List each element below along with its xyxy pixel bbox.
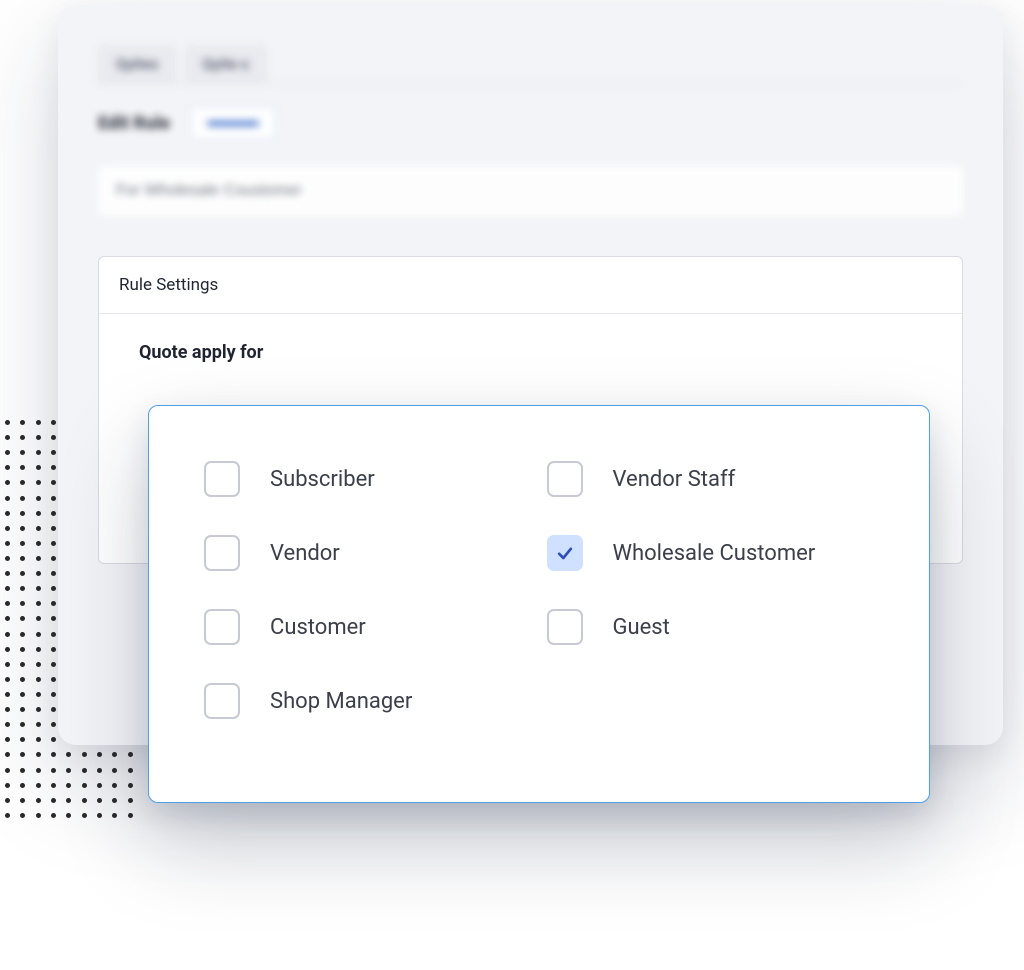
option-label-shop-manager: Shop Manager — [270, 689, 412, 714]
option-label-subscriber: Subscriber — [270, 467, 375, 492]
option-label-vendor: Vendor — [270, 541, 340, 566]
checkbox-customer[interactable] — [204, 609, 240, 645]
edit-rule-button[interactable] — [190, 106, 276, 140]
checkbox-shop-manager[interactable] — [204, 683, 240, 719]
option-wholesale-customer[interactable]: Wholesale Customer — [547, 535, 880, 571]
blurred-header-region: Qyites Qyite s Edit Rule — [98, 45, 963, 256]
checkbox-vendor[interactable] — [204, 535, 240, 571]
option-label-wholesale-customer: Wholesale Customer — [613, 541, 816, 566]
option-customer[interactable]: Customer — [204, 609, 537, 645]
rule-name-input[interactable] — [98, 166, 963, 216]
tab-b[interactable]: Qyite s — [185, 45, 267, 83]
placeholder-bar-icon — [207, 121, 259, 126]
option-label-vendor-staff: Vendor Staff — [613, 467, 736, 492]
checkbox-subscriber[interactable] — [204, 461, 240, 497]
tab-a[interactable]: Qyites — [98, 45, 177, 83]
option-label-customer: Customer — [270, 615, 366, 640]
rule-settings-header: Rule Settings — [99, 257, 962, 314]
quote-apply-for-label: Quote apply for — [139, 342, 922, 363]
option-vendor-staff[interactable]: Vendor Staff — [547, 461, 880, 497]
checkbox-vendor-staff[interactable] — [547, 461, 583, 497]
checkbox-wholesale-customer[interactable] — [547, 535, 583, 571]
role-select-popover: Subscriber Vendor Staff Vendor Wholesale… — [148, 405, 930, 803]
option-vendor[interactable]: Vendor — [204, 535, 537, 571]
option-guest[interactable]: Guest — [547, 609, 880, 645]
checkbox-guest[interactable] — [547, 609, 583, 645]
option-label-guest: Guest — [613, 615, 670, 640]
option-shop-manager[interactable]: Shop Manager — [204, 683, 537, 719]
option-subscriber[interactable]: Subscriber — [204, 461, 537, 497]
tabs-bar: Qyites Qyite s — [98, 45, 963, 84]
edit-rule-label: Edit Rule — [98, 113, 170, 134]
